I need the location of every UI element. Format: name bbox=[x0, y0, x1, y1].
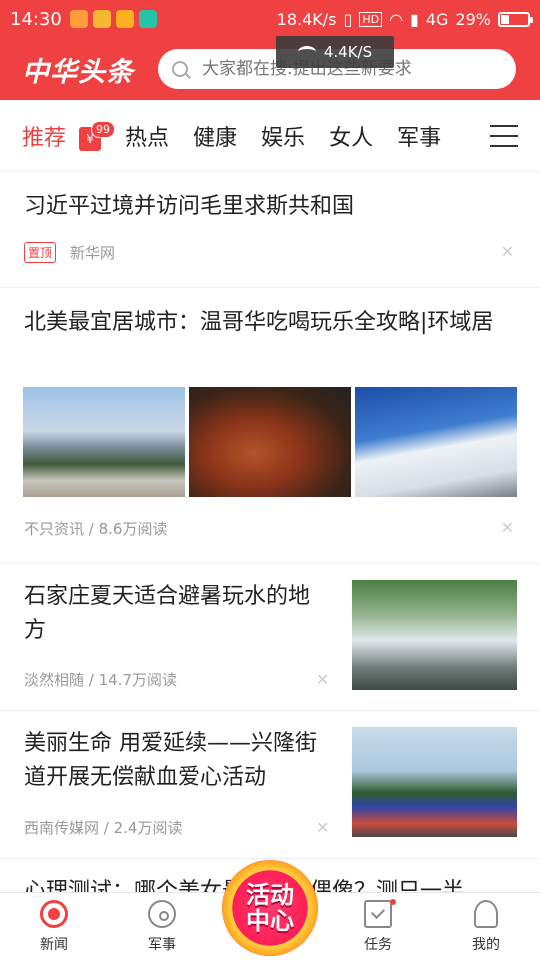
network-speed: 18.4K/s bbox=[276, 9, 337, 29]
signal-icon: ▮ bbox=[410, 9, 419, 29]
close-icon[interactable]: ✕ bbox=[501, 242, 514, 261]
menu-icon[interactable] bbox=[490, 125, 518, 147]
app-logo: 中华头条 bbox=[22, 56, 134, 88]
list-item[interactable]: 习近平过境并访问毛里求斯共和国 置顶 新华网 ✕ bbox=[0, 172, 540, 288]
pinned-badge: 置顶 bbox=[24, 242, 57, 263]
activity-center-button[interactable]: 活动中心 bbox=[222, 860, 318, 956]
article-title: 北美最宜居城市：温哥华吃喝玩乐全攻略|环域居 bbox=[24, 310, 494, 335]
activity-label: 活动中心 bbox=[246, 881, 294, 935]
tab-label: 娱乐 bbox=[261, 125, 306, 151]
article-title: 美丽生命 用爱延续——兴隆街道开展无偿献血爱心活动 bbox=[24, 731, 317, 790]
nav-label: 军事 bbox=[148, 937, 176, 953]
snow-hiking-image bbox=[355, 387, 517, 497]
app-header: 中华头条 bbox=[0, 38, 540, 100]
notification-dot bbox=[390, 899, 396, 905]
news-icon bbox=[40, 900, 68, 928]
status-time: 14:30 bbox=[10, 8, 62, 30]
bbq-image bbox=[189, 387, 351, 497]
tab-hot[interactable]: 热点 bbox=[125, 120, 169, 152]
nav-military[interactable]: 军事 bbox=[108, 893, 216, 960]
article-meta: 淡然相随 / 14.7万阅读 bbox=[24, 671, 177, 689]
article-title: 习近平过境并访问毛里求斯共和国 bbox=[24, 194, 355, 219]
battery-percent: 29% bbox=[455, 9, 491, 29]
city-fountain-image bbox=[23, 387, 185, 497]
app-notification-icon bbox=[92, 10, 111, 28]
badge-count: 99 bbox=[91, 120, 116, 138]
tab-label: 女人 bbox=[329, 125, 374, 151]
list-item[interactable]: 石家庄夏天适合避暑玩水的地方 淡然相随 / 14.7万阅读 ✕ bbox=[0, 564, 540, 711]
red-envelope-icon: ¥99 bbox=[79, 120, 116, 151]
article-meta: 不只资讯 / 8.6万阅读 bbox=[24, 520, 168, 538]
app-notification-icon bbox=[115, 10, 134, 28]
search-icon bbox=[172, 61, 188, 77]
blood-donation-tent-image bbox=[352, 727, 517, 837]
nav-label: 任务 bbox=[364, 937, 392, 953]
task-icon bbox=[364, 900, 392, 928]
list-item[interactable]: 美丽生命 用爱延续——兴隆街道开展无偿献血爱心活动 西南传媒网 / 2.4万阅读… bbox=[0, 711, 540, 859]
profile-icon bbox=[474, 900, 498, 928]
article-meta: 西南传媒网 / 2.4万阅读 bbox=[24, 819, 183, 837]
nav-me[interactable]: 我的 bbox=[432, 893, 540, 960]
close-icon[interactable]: ✕ bbox=[316, 818, 329, 837]
nav-news[interactable]: 新闻 bbox=[0, 893, 108, 960]
tab-women[interactable]: 女人 bbox=[329, 120, 373, 152]
target-icon bbox=[148, 900, 176, 928]
hd-icon: HD bbox=[359, 11, 383, 27]
network-type: 4G bbox=[425, 9, 449, 29]
scan-notification-icon bbox=[138, 10, 157, 28]
tab-label: 健康 bbox=[193, 125, 238, 151]
tab-health[interactable]: 健康 bbox=[193, 120, 237, 152]
status-bar: 14:30 18.4K/s ▯ HD ◠ ▮ 4G 29% bbox=[0, 0, 540, 38]
nav-label: 新闻 bbox=[40, 937, 68, 953]
nav-tasks[interactable]: 任务 bbox=[324, 893, 432, 960]
toast-speed: 4.4K/S bbox=[323, 43, 373, 61]
article-source: 新华网 bbox=[70, 244, 116, 262]
vibrate-icon: ▯ bbox=[343, 9, 353, 29]
network-speed-toast: 4.4K/S bbox=[276, 36, 394, 68]
battery-icon bbox=[498, 11, 533, 27]
wifi-icon bbox=[297, 46, 316, 58]
tab-label: 热点 bbox=[125, 125, 170, 151]
tab-label: 军事 bbox=[397, 125, 442, 151]
nav-label: 我的 bbox=[472, 937, 500, 953]
waterfall-image bbox=[352, 580, 517, 690]
tab-recommend[interactable]: 推荐 ¥99 bbox=[22, 120, 116, 152]
category-tabs: 推荐 ¥99 热点 健康 娱乐 女人 军事 bbox=[0, 100, 540, 172]
tab-entertainment[interactable]: 娱乐 bbox=[261, 120, 305, 152]
tab-label: 推荐 bbox=[22, 125, 67, 151]
close-icon[interactable]: ✕ bbox=[501, 518, 514, 537]
list-item[interactable]: 北美最宜居城市：温哥华吃喝玩乐全攻略|环域居 不只资讯 / 8.6万阅读 ✕ bbox=[0, 288, 540, 564]
close-icon[interactable]: ✕ bbox=[316, 670, 329, 689]
tab-military[interactable]: 军事 bbox=[397, 120, 441, 152]
app-notification-icon bbox=[69, 10, 88, 28]
wifi-icon: ◠ bbox=[389, 9, 404, 29]
article-title: 石家庄夏天适合避暑玩水的地方 bbox=[24, 584, 311, 643]
